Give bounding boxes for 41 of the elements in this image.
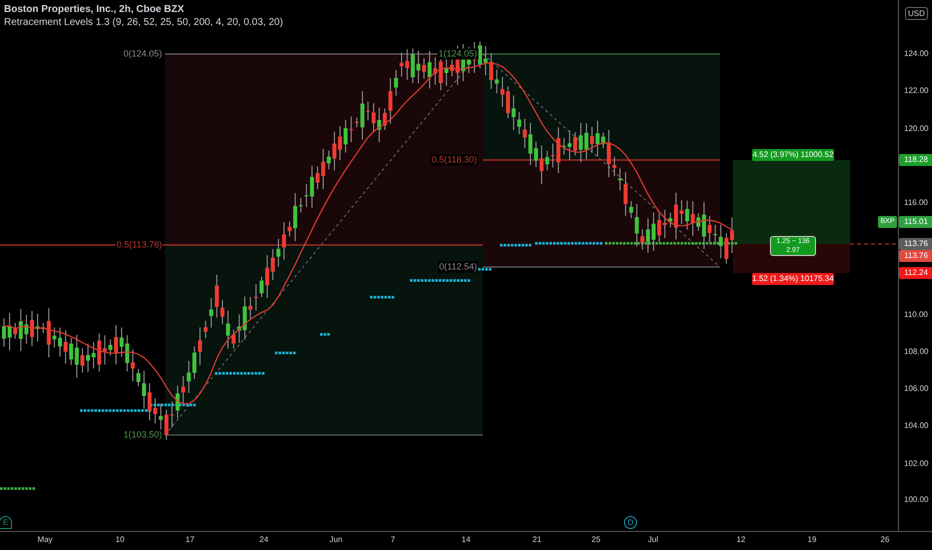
time-tick: 10 <box>116 535 124 545</box>
price-tick: 120.00 <box>904 124 928 134</box>
price-tick: 116.00 <box>904 198 928 208</box>
currency-badge[interactable]: USD <box>905 7 928 20</box>
earnings-marker[interactable]: E <box>0 516 12 529</box>
fib-level-label: 1(103.50) <box>122 430 163 440</box>
price-tick: 110.00 <box>904 310 928 320</box>
fib-level-label: 1(124.05) <box>437 48 478 60</box>
time-tick: 21 <box>532 535 542 545</box>
chart-title: Boston Properties, Inc., 2h, Cboe BZX <box>4 3 186 16</box>
price-tag: 118.28 <box>899 154 932 166</box>
price-tag: 112.24 <box>899 267 932 279</box>
fib-level-label: 0.5(113.78) <box>116 240 163 250</box>
time-tick: Jun <box>330 535 342 545</box>
time-tick: 19 <box>808 535 816 545</box>
price-tick: 124.00 <box>904 49 928 59</box>
fib-level-label: 0(124.05) <box>122 48 163 60</box>
time-tick: May <box>37 535 53 545</box>
price-tag: 113.76 <box>899 250 932 262</box>
price-tick: 106.00 <box>904 384 928 394</box>
price-tick: 104.00 <box>904 421 928 431</box>
price-tag: 115.01 <box>899 216 932 228</box>
fib-level-label: 0.5(118.30) <box>430 154 478 166</box>
time-tick: 24 <box>260 535 268 545</box>
time-tick: 17 <box>186 535 194 545</box>
fib-level-label: 0(112.54) <box>438 262 478 272</box>
stop-label: 1.52 (1.34%) 10175.34 <box>752 273 834 285</box>
price-tag: 113.76 <box>899 238 932 250</box>
time-tick: Jul <box>648 535 658 545</box>
time-tick: 7 <box>390 535 396 545</box>
price-tick: 102.00 <box>904 459 928 469</box>
price-tick: 100.00 <box>904 495 928 505</box>
time-tick: 25 <box>592 535 600 545</box>
dividend-marker[interactable]: D <box>624 516 637 529</box>
price-tick: 108.00 <box>904 347 928 357</box>
indicator-label: Retracement Levels 1.3 (9, 26, 52, 25, 50, 200, 4, 20, 0.03, 20) <box>4 16 284 29</box>
time-tick: 26 <box>880 535 890 545</box>
price-tick: 122.00 <box>904 86 928 96</box>
target-label: 4.52 (3.97%) 11000.52 <box>752 149 834 161</box>
time-tick: 14 <box>462 535 470 545</box>
time-tick: 12 <box>736 535 746 545</box>
